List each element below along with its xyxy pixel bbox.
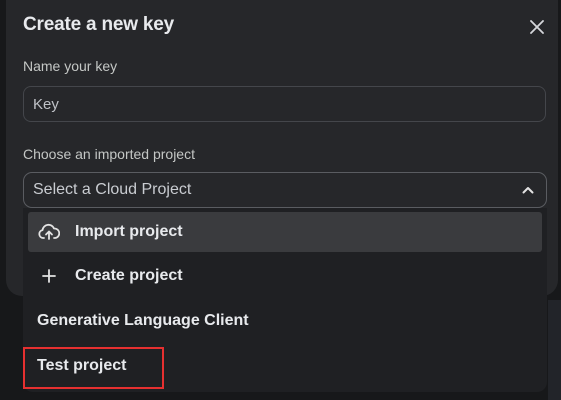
project-label: Choose an imported project [23, 146, 195, 162]
close-icon [530, 20, 544, 34]
dropdown-item-label: Create project [75, 267, 183, 284]
select-placeholder: Select a Cloud Project [33, 181, 192, 198]
dropdown-item-test-project[interactable]: Test project [28, 346, 542, 386]
dialog-title: Create a new key [23, 14, 174, 35]
key-name-label: Name your key [23, 58, 118, 74]
project-dropdown-menu: Import project Create project Generative… [23, 208, 547, 392]
dropdown-item-generative-language-client[interactable]: Generative Language Client [28, 301, 542, 341]
cloud-project-select[interactable]: Select a Cloud Project [23, 172, 547, 208]
dropdown-item-label: Generative Language Client [37, 312, 249, 329]
chevron-up-icon [522, 187, 534, 194]
dropdown-item-label: Import project [75, 223, 183, 240]
backdrop-panel [548, 300, 561, 400]
close-button[interactable] [526, 16, 548, 38]
cloud-upload-icon [37, 220, 61, 244]
dropdown-item-label: Test project [37, 357, 127, 374]
dropdown-item-create-project[interactable]: Create project [28, 256, 542, 296]
key-name-input[interactable] [23, 86, 546, 122]
plus-icon [37, 264, 61, 288]
dropdown-item-import-project[interactable]: Import project [28, 212, 542, 252]
